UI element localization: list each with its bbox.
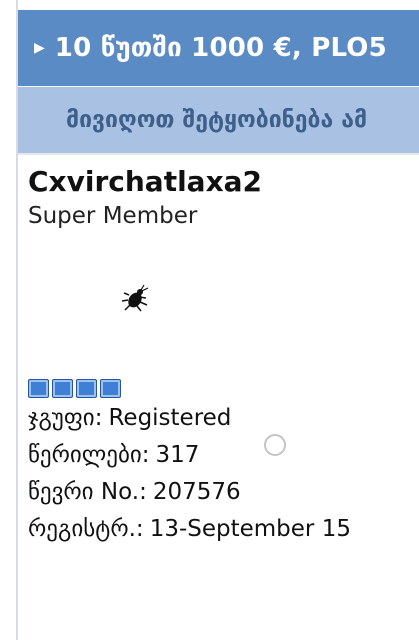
member-no-label: წევრი No.: [28,479,147,505]
rank-pip [52,379,73,398]
username[interactable]: Cxvirchatlaxa2 [28,165,262,198]
user-rank: Super Member [28,203,198,229]
notification-bar[interactable]: მივიღოთ შეტყობინება ამ [18,87,419,153]
group-value: Registered [108,405,232,431]
thread-title[interactable]: 10 წუთში 1000 €, PLO5 [55,33,387,63]
user-profile-panel: Cxvirchatlaxa2 Super Member ჯგუფი: Regist… [18,153,419,640]
registered-label: რეგისტრ.: [28,516,144,542]
bug-icon [121,284,149,312]
member-no-value: 207576 [152,479,241,505]
registered-line: რეგისტრ.: 13-September 15 [28,516,351,542]
triangle-right-icon: ▶ [34,40,45,56]
circle-indicator-icon[interactable] [264,434,286,456]
group-line: ჯგუფი: Registered [28,405,231,431]
posts-label: წერილები: [28,442,150,468]
rank-pip [100,379,121,398]
group-label: ჯგუფი: [28,405,103,431]
rank-pip [76,379,97,398]
member-no-line: წევრი No.: 207576 [28,479,241,505]
rank-pips [28,379,121,398]
registered-value: 13-September 15 [149,516,351,542]
thread-title-bar[interactable]: ▶ 10 წუთში 1000 €, PLO5 [18,10,419,86]
rank-pip [28,379,49,398]
notification-text[interactable]: მივიღოთ შეტყობინება ამ [66,107,367,133]
posts-line: წერილები: 317 [28,442,199,468]
posts-value: 317 [155,442,200,468]
